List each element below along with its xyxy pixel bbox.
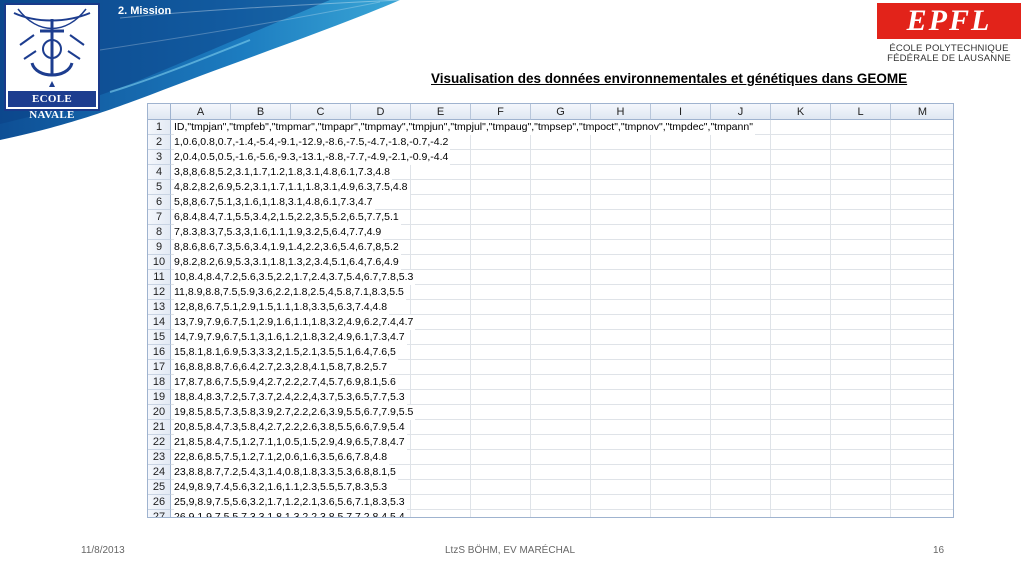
column-header-c[interactable]: C xyxy=(291,104,351,120)
cell-a5[interactable]: 4,8.2,8.2,6.9,5.2,3.1,1.7,1.1,1.8,3.1,4.… xyxy=(174,180,410,195)
row-header[interactable]: 14 xyxy=(148,315,171,330)
cell-a7[interactable]: 6,8.4,8.4,7.1,5.5,3.4,2,1.5,2.2,3.5,5.2,… xyxy=(174,210,401,225)
cell-a18[interactable]: 17,8.7,8.6,7.5,5.9,4,2.7,2.2,2.7,4,5.7,6… xyxy=(174,375,398,390)
ecole-navale-logo: ECOLE NAVALE xyxy=(4,3,100,121)
cell-a17[interactable]: 16,8.8,8.8,7.6,6.4,2.7,2.3,2.8,4.1,5.8,7… xyxy=(174,360,390,375)
epfl-logo: EPFL ÉCOLE POLYTECHNIQUE FÉDÉRALE DE LAU… xyxy=(877,3,1021,64)
column-header-m[interactable]: M xyxy=(891,104,953,120)
cell-a23[interactable]: 22,8.6,8.5,7.5,1.2,7.1,2,0.6,1.6,3.5,6.6… xyxy=(174,450,390,465)
row-header[interactable]: 10 xyxy=(148,255,171,270)
cell-a12[interactable]: 11,8.9,8.8,7.5,5.9,3.6,2.2,1.8,2.5,4,5.8… xyxy=(174,285,406,300)
row-header[interactable]: 22 xyxy=(148,435,171,450)
spreadsheet: A B C D E F G H I J K L M 1 2 3 4 5 6 7 8 9 10 11 12 13 14 15 16 17 18… xyxy=(147,103,954,518)
cell-a14[interactable]: 13,7.9,7.9,6.7,5.1,2.9,1.6,1.1,1.8,3.2,4… xyxy=(174,315,416,330)
row-header[interactable]: 18 xyxy=(148,375,171,390)
cell-a16[interactable]: 15,8.1,8.1,6.9,5.3,3.3,2,1.5,2.1,3.5,5.1… xyxy=(174,345,398,360)
cell-a19[interactable]: 18,8.4,8.3,7.2,5.7,3.7,2.4,2.2,4,3.7,5.3… xyxy=(174,390,407,405)
footer-date: 11/8/2013 xyxy=(81,545,125,556)
cell-a6[interactable]: 5,8,8,6.7,5.1,3,1.6,1,1.8,3.1,4.8,6.1,7.… xyxy=(174,195,375,210)
cell-a15[interactable]: 14,7.9,7.9,6.7,5.1,3,1.6,1.2,1.8,3.2,4.9… xyxy=(174,330,407,345)
row-header[interactable]: 15 xyxy=(148,330,171,345)
column-header-e[interactable]: E xyxy=(411,104,471,120)
row-header[interactable]: 17 xyxy=(148,360,171,375)
column-header-h[interactable]: H xyxy=(591,104,651,120)
row-header[interactable]: 4 xyxy=(148,165,171,180)
column-header-d[interactable]: D xyxy=(351,104,411,120)
row-header[interactable]: 24 xyxy=(148,465,171,480)
column-header-j[interactable]: J xyxy=(711,104,771,120)
row-header[interactable]: 23 xyxy=(148,450,171,465)
row-header[interactable]: 5 xyxy=(148,180,171,195)
ecole-navale-banner: ECOLE NAVALE xyxy=(8,91,96,121)
row-header[interactable]: 12 xyxy=(148,285,171,300)
row-header[interactable]: 21 xyxy=(148,420,171,435)
slide-title: Visualisation des données environnementa… xyxy=(431,71,908,86)
column-header-a[interactable]: A xyxy=(171,104,231,120)
column-header-i[interactable]: I xyxy=(651,104,711,120)
cell-a3[interactable]: 2,0.4,0.5,0.5,-1.6,-5.6,-9.3,-13.1,-8.8,… xyxy=(174,150,451,165)
cell-a10[interactable]: 9,8.2,8.2,6.9,5.3,3.1,1.8,1.3,2,3.4,5.1,… xyxy=(174,255,401,270)
cell-a11[interactable]: 10,8.4,8.4,7.2,5.6,3.5,2.2,1.7,2.4,3.7,5… xyxy=(174,270,416,285)
column-header-k[interactable]: K xyxy=(771,104,831,120)
row-header[interactable]: 8 xyxy=(148,225,171,240)
epfl-logo-text: EPFL xyxy=(906,4,992,37)
cell-a4[interactable]: 3,8,8,6.8,5.2,3.1,1.7,1.2,1.8,3.1,4.8,6.… xyxy=(174,165,393,180)
cell-a1[interactable]: ID,"tmpjan","tmpfeb","tmpmar","tmpapr","… xyxy=(174,120,755,135)
row-header[interactable]: 6 xyxy=(148,195,171,210)
row-header[interactable]: 9 xyxy=(148,240,171,255)
column-header-g[interactable]: G xyxy=(531,104,591,120)
column-header-f[interactable]: F xyxy=(471,104,531,120)
row-header[interactable]: 1 xyxy=(148,120,171,135)
cell-a24[interactable]: 23,8.8,8.7,7.2,5.4,3,1.4,0.8,1.8,3.3,5.3… xyxy=(174,465,398,480)
row-header[interactable]: 3 xyxy=(148,150,171,165)
cell-a20[interactable]: 19,8.5,8.5,7.3,5.8,3.9,2.7,2.2,2.6,3.9,5… xyxy=(174,405,416,420)
cell-a2[interactable]: 1,0.6,0.8,0.7,-1.4,-5.4,-9.1,-12.9,-8.6,… xyxy=(174,135,451,150)
cell-a9[interactable]: 8,8.6,8.6,7.3,5.6,3.4,1.9,1.4,2.2,3.6,5.… xyxy=(174,240,401,255)
row-header[interactable]: 11 xyxy=(148,270,171,285)
row-header[interactable]: 2 xyxy=(148,135,171,150)
row-header[interactable]: 25 xyxy=(148,480,171,495)
section-label: 2. Mission xyxy=(118,5,172,17)
cell-a25[interactable]: 24,9,8.9,7.4,5.6,3.2,1.6,1.1,2.3,5.5,5.7… xyxy=(174,480,390,495)
row-header[interactable]: 27 xyxy=(148,510,171,517)
cell-a27[interactable]: 26,9.1,9.7,5.5,7.3,3.1,8.1,3.2,2.3,8.5,7… xyxy=(174,510,407,517)
row-header[interactable]: 19 xyxy=(148,390,171,405)
cell-a13[interactable]: 12,8,8,6.7,5.1,2.9,1.5,1.1,1.8,3.3,5,6.3… xyxy=(174,300,390,315)
cell-a8[interactable]: 7,8.3,8.3,7,5.3,3,1.6,1.1,1.9,3.2,5,6.4,… xyxy=(174,225,384,240)
row-header[interactable]: 20 xyxy=(148,405,171,420)
anchor-emblem-icon xyxy=(13,8,91,87)
footer-page-number: 16 xyxy=(933,545,945,556)
row-header[interactable]: 16 xyxy=(148,345,171,360)
cell-a21[interactable]: 20,8.5,8.4,7.3,5.8,4,2.7,2.2,2.6,3.8,5.5… xyxy=(174,420,407,435)
column-header-l[interactable]: L xyxy=(831,104,891,120)
epfl-subtitle-line2: FÉDÉRALE DE LAUSANNE xyxy=(887,53,1011,64)
select-all-corner[interactable] xyxy=(148,104,171,120)
column-header-b[interactable]: B xyxy=(231,104,291,120)
row-header[interactable]: 13 xyxy=(148,300,171,315)
row-header[interactable]: 7 xyxy=(148,210,171,225)
cell-a22[interactable]: 21,8.5,8.4,7.5,1.2,7.1,1,0.5,1.5,2.9,4.9… xyxy=(174,435,407,450)
row-header[interactable]: 26 xyxy=(148,495,171,510)
footer-author: LtzS BÖHM, EV MARÉCHAL xyxy=(445,545,576,556)
cell-a26[interactable]: 25,9,8.9,7.5,5.6,3.2,1.7,1.2,2.1,3.6,5.6… xyxy=(174,495,407,510)
